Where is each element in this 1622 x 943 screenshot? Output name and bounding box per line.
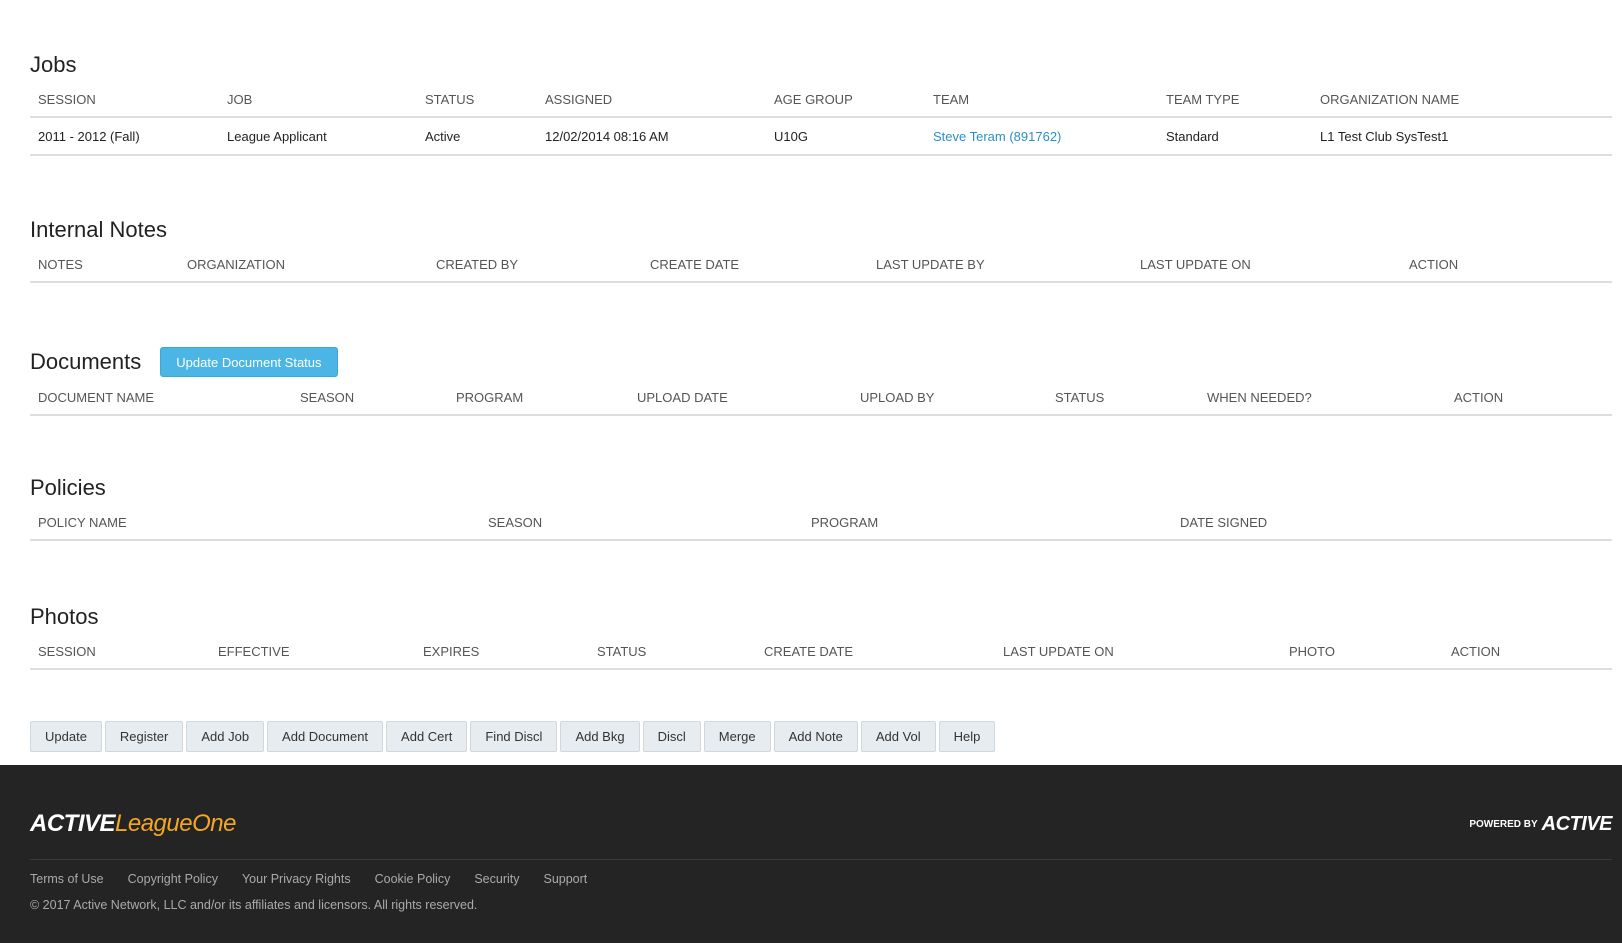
column-header[interactable]: LAST UPDATE ON [995,634,1281,670]
job-status: Active [417,117,537,156]
copyright-text: © 2017 Active Network, LLC and/or its af… [30,898,478,912]
add-document-button[interactable]: Add Document [267,721,384,752]
internal-notes-title: Internal Notes [30,217,167,242]
cookie-policy-link[interactable]: Cookie Policy [375,872,451,886]
policies-header-row: POLICY NAME SEASON PROGRAM DATE SIGNED [30,505,1612,541]
column-header: ACTION [1443,634,1612,670]
column-header[interactable]: ORGANIZATION NAME [1312,82,1612,118]
column-header[interactable]: PROGRAM [448,380,629,416]
column-header[interactable]: LAST UPDATE ON [1132,247,1401,283]
job-organization: L1 Test Club SysTest1 [1312,117,1612,156]
column-header: PHOTO [1281,634,1443,670]
policies-title: Policies [30,475,106,500]
update-button[interactable]: Update [30,721,102,752]
copyright-policy-link[interactable]: Copyright Policy [128,872,218,886]
job-team-cell: Steve Teram (891762) [925,117,1158,156]
site-footer: ACTIVELeagueOne POWERED BY ACTIVE Terms … [0,765,1622,943]
support-link[interactable]: Support [543,872,587,886]
column-header[interactable]: STATUS [417,82,537,118]
column-header[interactable]: EXPIRES [415,634,589,670]
merge-button[interactable]: Merge [703,721,771,752]
column-header[interactable]: SESSION [30,634,210,670]
documents-section: Documents Update Document Status DOCUMEN… [30,346,1612,416]
terms-of-use-link[interactable]: Terms of Use [30,872,104,886]
column-header[interactable]: AGE GROUP [766,82,925,118]
footer-links: Terms of Use Copyright Policy Your Priva… [30,872,587,886]
documents-title: Documents [30,349,142,374]
column-header[interactable]: DOCUMENT NAME [30,380,292,416]
logo-part-active: ACTIVE [30,810,116,837]
job-assigned: 12/02/2014 08:16 AM [537,117,766,156]
column-header[interactable]: TEAM TYPE [1158,82,1312,118]
column-header[interactable]: PROGRAM [803,505,1172,541]
column-header[interactable]: LAST UPDATE BY [868,247,1132,283]
column-header[interactable]: ORGANIZATION [179,247,428,283]
column-header[interactable]: EFFECTIVE [210,634,415,670]
jobs-header-row: SESSION JOB STATUS ASSIGNED AGE GROUP TE… [30,82,1612,118]
column-header[interactable]: CREATE DATE [756,634,995,670]
column-header: ACTION [1401,247,1612,283]
privacy-rights-link[interactable]: Your Privacy Rights [242,872,351,886]
active-brand-logo: ACTIVE [1541,813,1613,835]
footer-divider [30,859,1612,860]
column-header[interactable]: CREATED BY [428,247,642,283]
register-button[interactable]: Register [104,721,184,752]
photos-section: Photos SESSION EFFECTIVE EXPIRES STATUS … [30,604,1612,670]
column-header[interactable]: UPLOAD BY [852,380,1047,416]
jobs-section: Jobs SESSION JOB STATUS ASSIGNED AGE GRO… [30,52,1612,156]
column-header[interactable]: NOTES [30,247,179,283]
job-session: 2011 - 2012 (Fall) [30,117,219,156]
find-discl-button[interactable]: Find Discl [470,721,558,752]
column-header[interactable]: TEAM [925,82,1158,118]
team-link[interactable]: Steve Teram (891762) [933,129,1061,144]
column-header[interactable]: UPLOAD DATE [629,380,852,416]
column-header[interactable]: DATE SIGNED [1172,505,1612,541]
documents-table: DOCUMENT NAME SEASON PROGRAM UPLOAD DATE… [30,380,1612,416]
add-job-button[interactable]: Add Job [186,721,265,752]
discl-button[interactable]: Discl [642,721,701,752]
internal-notes-section: Internal Notes NOTES ORGANIZATION CREATE… [30,217,1612,283]
policies-table: POLICY NAME SEASON PROGRAM DATE SIGNED [30,505,1612,541]
job-age-group: U10G [766,117,925,156]
logo-part-leagueone: LeagueOne [115,810,236,837]
powered-by-active: POWERED BY ACTIVE [1469,813,1612,836]
column-header[interactable]: SEASON [292,380,448,416]
column-header[interactable]: WHEN NEEDED? [1199,380,1446,416]
help-button[interactable]: Help [938,721,996,752]
photos-table: SESSION EFFECTIVE EXPIRES STATUS CREATE … [30,634,1612,670]
security-link[interactable]: Security [474,872,519,886]
column-header[interactable]: STATUS [1047,380,1199,416]
job-team-type: Standard [1158,117,1312,156]
photos-title: Photos [30,604,99,629]
job-name: League Applicant [219,117,417,156]
add-vol-button[interactable]: Add Vol [860,721,936,752]
column-header[interactable]: POLICY NAME [30,505,480,541]
action-button-bar: Update Register Add Job Add Document Add… [30,721,996,752]
column-header[interactable]: ASSIGNED [537,82,766,118]
internal-notes-table: NOTES ORGANIZATION CREATED BY CREATE DAT… [30,247,1612,283]
column-header[interactable]: STATUS [589,634,756,670]
documents-header-row: DOCUMENT NAME SEASON PROGRAM UPLOAD DATE… [30,380,1612,416]
add-cert-button[interactable]: Add Cert [386,721,468,752]
powered-by-label: POWERED BY [1469,819,1538,830]
column-header[interactable]: JOB [219,82,417,118]
column-header[interactable]: SEASON [480,505,803,541]
update-document-status-button[interactable]: Update Document Status [160,347,338,377]
documents-header: Documents Update Document Status [30,346,1612,378]
add-bkg-button[interactable]: Add Bkg [560,721,640,752]
internal-notes-header-row: NOTES ORGANIZATION CREATED BY CREATE DAT… [30,247,1612,283]
photos-header-row: SESSION EFFECTIVE EXPIRES STATUS CREATE … [30,634,1612,670]
policies-section: Policies POLICY NAME SEASON PROGRAM DATE… [30,475,1612,541]
jobs-table: SESSION JOB STATUS ASSIGNED AGE GROUP TE… [30,82,1612,156]
add-note-button[interactable]: Add Note [773,721,858,752]
column-header[interactable]: SESSION [30,82,219,118]
jobs-title: Jobs [30,52,77,77]
column-header[interactable]: CREATE DATE [642,247,868,283]
table-row: 2011 - 2012 (Fall) League Applicant Acti… [30,117,1612,156]
activeleagueone-logo[interactable]: ACTIVELeagueOne [30,810,236,838]
column-header: ACTION [1446,380,1612,416]
